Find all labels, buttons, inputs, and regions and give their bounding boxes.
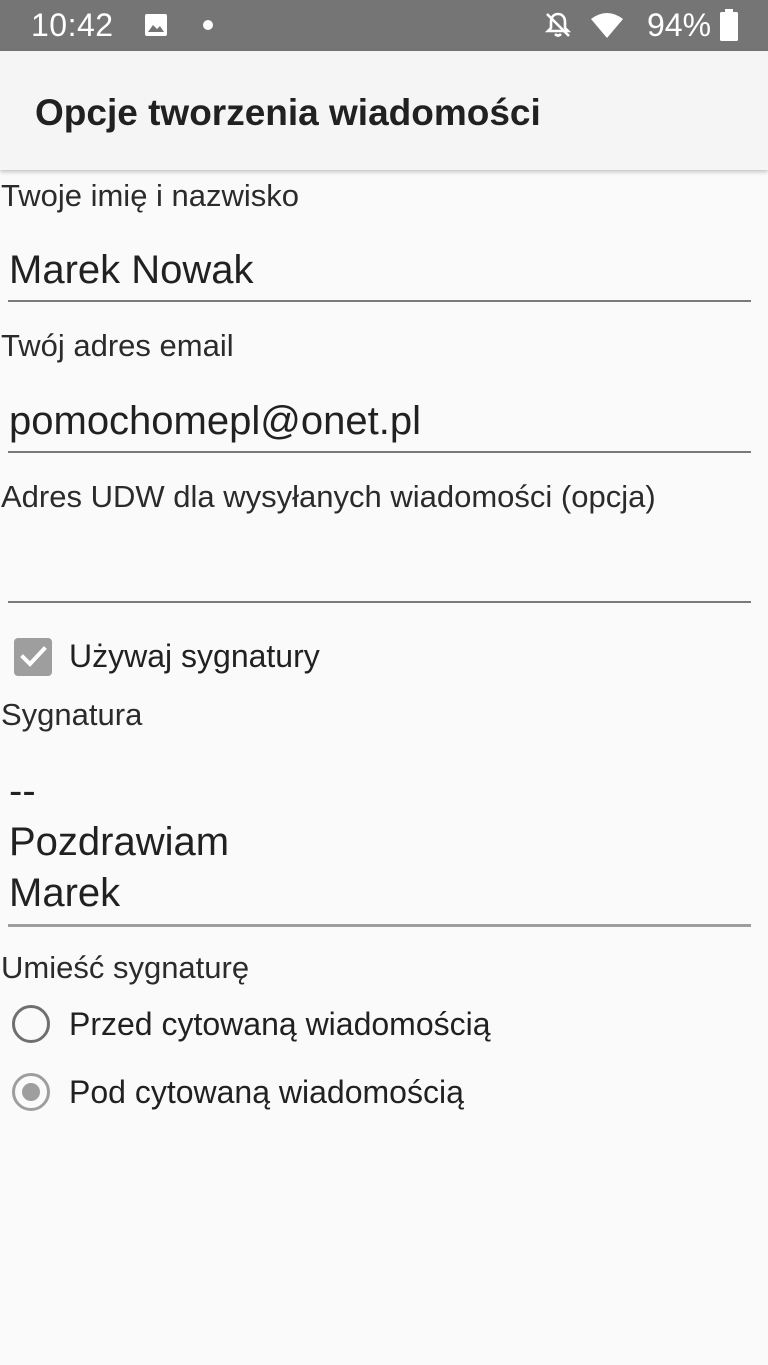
name-input[interactable]: Marek Nowak — [8, 246, 751, 302]
radio-before-quoted[interactable]: Przed cytowaną wiadomością — [12, 1005, 712, 1049]
radio-below-quoted-label: Pod cytowaną wiadomością — [69, 1074, 464, 1110]
use-signature-label: Używaj sygnatury — [69, 638, 320, 674]
name-label: Twoje imię i nazwisko — [1, 178, 300, 213]
radio-below-quoted[interactable]: Pod cytowaną wiadomością — [12, 1073, 712, 1117]
battery-icon — [720, 9, 738, 41]
radio-unchecked-icon[interactable] — [12, 1005, 50, 1043]
email-label: Twój adres email — [1, 328, 234, 363]
checkbox-checked-icon[interactable] — [14, 638, 52, 676]
status-bar: 10:42 94% — [0, 0, 768, 51]
bell-off-icon — [543, 10, 573, 40]
signature-label: Sygnatura — [1, 697, 143, 732]
email-value: pomochomepl@onet.pl — [9, 399, 421, 443]
status-time: 10:42 — [31, 7, 114, 43]
name-value: Marek Nowak — [9, 248, 254, 292]
email-input[interactable]: pomochomepl@onet.pl — [8, 397, 751, 453]
wifi-icon — [590, 11, 624, 39]
battery-percentage: 94% — [647, 7, 712, 43]
signature-position-label: Umieść sygnaturę — [1, 950, 250, 985]
page-title: Opcje tworzenia wiadomości — [35, 92, 541, 133]
bcc-label: Adres UDW dla wysyłanych wiadomości (opc… — [1, 479, 656, 514]
radio-before-quoted-label: Przed cytowaną wiadomością — [69, 1006, 491, 1042]
notification-dot-icon — [203, 20, 213, 30]
app-bar: Opcje tworzenia wiadomości — [0, 51, 768, 170]
bcc-input[interactable] — [8, 547, 751, 603]
signature-value: -- Pozdrawiam Marek — [9, 769, 230, 915]
signature-input[interactable]: -- Pozdrawiam Marek — [8, 766, 751, 927]
gallery-icon — [144, 13, 168, 37]
use-signature-checkbox[interactable]: Używaj sygnatury — [14, 636, 614, 676]
radio-checked-icon[interactable] — [12, 1073, 50, 1111]
